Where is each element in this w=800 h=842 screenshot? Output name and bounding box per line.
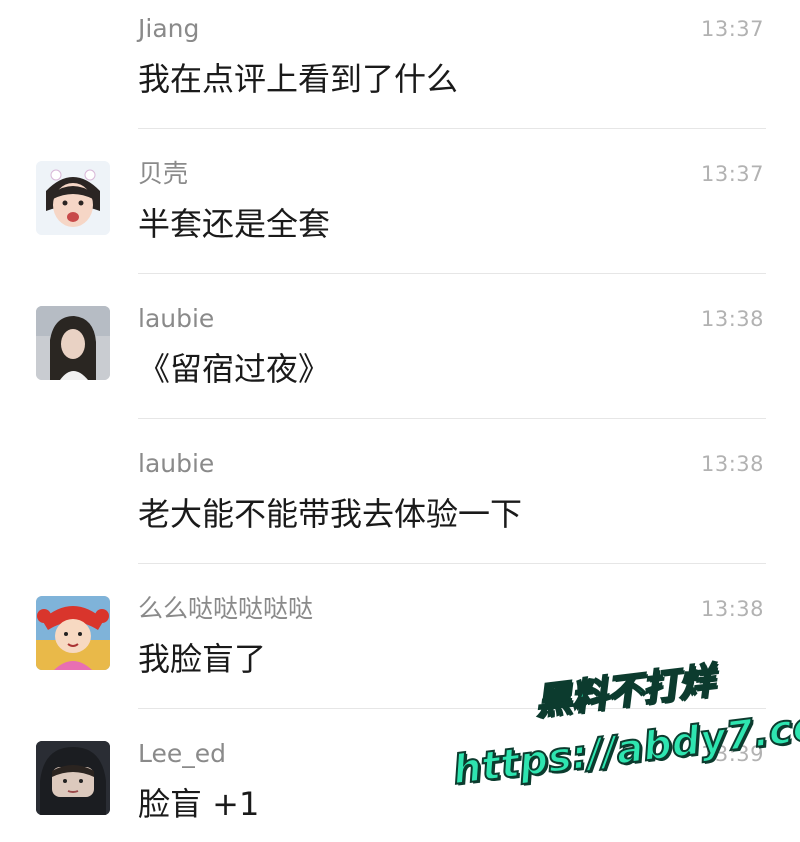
message-sender: laubie xyxy=(138,449,215,478)
message-item[interactable]: 贝壳 13:37 半套还是全套 xyxy=(0,145,800,290)
divider xyxy=(138,418,766,419)
message-item[interactable]: laubie 13:38 老大能不能带我去体验一下 xyxy=(0,435,800,580)
avatar-child-icon[interactable] xyxy=(36,161,110,235)
chat-message-list: Jiang 13:37 我在点评上看到了什么 贝壳 13:37 半套还是全套 l… xyxy=(0,0,800,842)
message-sender: 贝壳 xyxy=(138,159,189,188)
message-text: 半套还是全套 xyxy=(138,205,331,243)
message-sender: Lee_ed xyxy=(138,739,227,768)
message-item[interactable]: laubie 13:38 《留宿过夜》 xyxy=(0,290,800,435)
message-sender: 么么哒哒哒哒哒 xyxy=(138,594,314,623)
message-time: 13:38 xyxy=(700,597,764,621)
message-text: 《留宿过夜》 xyxy=(138,350,331,388)
divider xyxy=(138,273,766,274)
message-time: 13:38 xyxy=(700,307,764,331)
divider xyxy=(138,128,766,129)
message-sender: Jiang xyxy=(138,14,200,43)
message-text: 脸盲 +1 xyxy=(138,785,260,823)
message-sender: laubie xyxy=(138,304,215,333)
message-time: 13:37 xyxy=(700,162,764,186)
divider xyxy=(138,563,766,564)
message-item[interactable]: Jiang 13:37 我在点评上看到了什么 xyxy=(0,0,800,145)
message-time: 13:38 xyxy=(700,452,764,476)
message-text: 我在点评上看到了什么 xyxy=(138,60,459,98)
message-text: 老大能不能带我去体验一下 xyxy=(138,495,523,533)
message-text: 我脸盲了 xyxy=(138,640,267,678)
avatar-cartoon-girl-icon[interactable] xyxy=(36,596,110,670)
message-time: 13:37 xyxy=(700,17,764,41)
avatar-helmet-icon[interactable] xyxy=(36,741,110,815)
avatar-woman-icon[interactable] xyxy=(36,306,110,380)
watermark-title: 黑料不打烊 xyxy=(532,660,718,725)
